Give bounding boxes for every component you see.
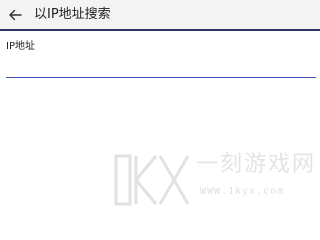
ip-address-label: IP地址: [6, 41, 35, 52]
watermark: 一刻游戏网 WWW.1kyx.com: [112, 148, 318, 210]
watermark-logo: [114, 154, 190, 206]
back-button[interactable]: [6, 6, 24, 24]
ip-address-field: IP地址: [6, 40, 316, 84]
watermark-site-name: 一刻游戏网: [196, 152, 317, 177]
page-title: 以IP地址搜索: [34, 7, 111, 22]
app-bar: 以IP地址搜索: [0, 0, 320, 31]
watermark-url: WWW.1kyx.com: [200, 186, 285, 197]
arrow-left-icon: [9, 9, 22, 21]
ip-address-input[interactable]: [6, 56, 316, 78]
ip-search-screen: 以IP地址搜索 IP地址 一刻游戏网 WWW.1kyx.com: [0, 0, 320, 218]
